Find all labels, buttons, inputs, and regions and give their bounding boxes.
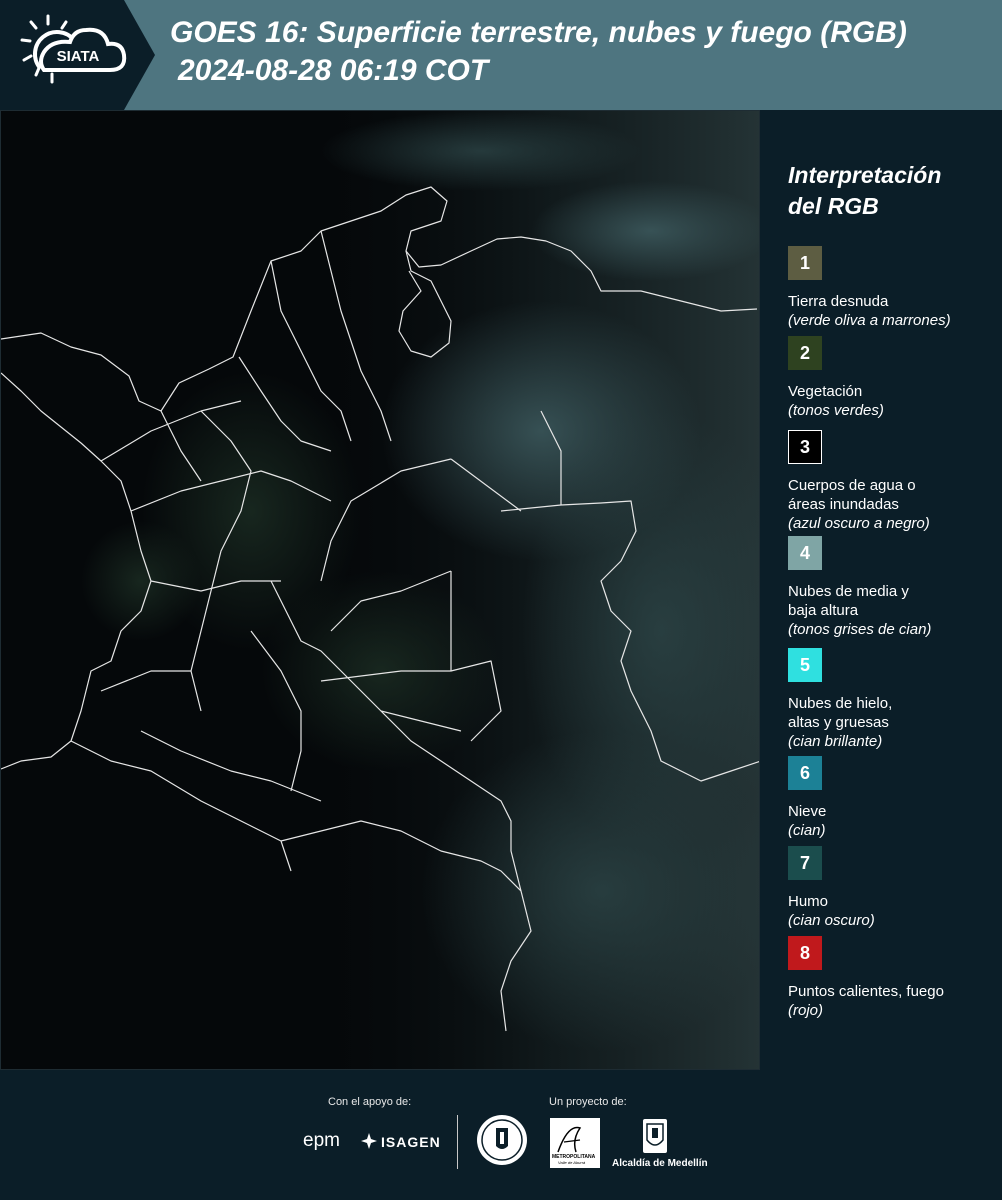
title-line-1: GOES 16: Superficie terrestre, nubes y f… (170, 16, 907, 49)
legend-description: (cian brillante) (788, 733, 883, 750)
medellin-seal (476, 1114, 528, 1171)
isagen-icon (360, 1132, 378, 1155)
legend-swatch: 5 (788, 648, 822, 682)
legend-swatch: 3 (788, 430, 822, 464)
legend-title-line-1: Interpretación (788, 162, 942, 188)
legend-title-line-2: del RGB (788, 193, 879, 219)
support-caption: Con el apoyo de: (328, 1096, 412, 1108)
page-title: GOES 16: Superficie terrestre, nubes y f… (170, 14, 907, 90)
legend-swatch: 7 (788, 846, 822, 880)
alcaldia-shield (642, 1118, 668, 1159)
legend-swatch: 8 (788, 936, 822, 970)
title-timestamp: 2024-08-28 06:19 COT (178, 54, 489, 87)
legend-swatch: 1 (788, 246, 822, 280)
legend-description: (cian) (788, 822, 826, 839)
legend-item: 2 Vegetación (tonos verdes) (788, 336, 968, 420)
legend-label: Puntos calientes, fuego (788, 983, 944, 1000)
legend-label: Tierra desnuda (788, 293, 889, 310)
isagen-logo: ISAGEN (381, 1134, 441, 1150)
legend-label: Nieve (788, 803, 827, 820)
legend-label: Cuerpos de agua o áreas inundadas (788, 477, 916, 513)
legend-item: 3 Cuerpos de agua o áreas inundadas (azul … (788, 430, 938, 533)
map-image (1, 111, 759, 1069)
area-metropolitana-logo: METROPOLITANA Valle de Aburrá (550, 1118, 600, 1168)
legend-swatch: 4 (788, 536, 822, 570)
epm-logo: epm (303, 1130, 340, 1151)
legend-title: Interpretación del RGB (788, 160, 998, 222)
legend-item: 7 Humo (cian oscuro) (788, 846, 968, 930)
legend-description: (verde oliva a marrones) (788, 312, 951, 329)
legend-label: Nubes de hielo, altas y gruesas (788, 695, 893, 731)
legend-label: Vegetación (788, 383, 863, 400)
siata-logo: SIATA (0, 0, 155, 110)
legend-description: (rojo) (788, 1002, 824, 1019)
legend-panel: Interpretación del RGB 1 Tierra desnuda (v… (788, 160, 998, 1019)
footer: Con el apoyo de: Un proyecto de: epm ISA… (0, 1070, 1002, 1200)
legend-label: Nubes de media y baja altura (788, 583, 909, 619)
project-caption: Un proyecto de: (549, 1096, 627, 1108)
logo-text: SIATA (57, 48, 100, 65)
legend-item: 5 Nubes de hielo, altas y gruesas (cian br… (788, 648, 913, 751)
alcaldia-text: Alcaldía de Medellín (612, 1158, 708, 1169)
area-valle-text: Valle de Aburrá (558, 1160, 586, 1165)
footer-divider (457, 1115, 458, 1169)
legend-description: (azul oscuro a negro) (788, 515, 930, 532)
legend-item: 6 Nieve (cian) (788, 756, 968, 840)
legend-item: 1 Tierra desnuda (verde oliva a marrones) (788, 246, 968, 330)
legend-description: (tonos verdes) (788, 402, 884, 419)
legend-swatch: 2 (788, 336, 822, 370)
header-bar: SIATA GOES 16: Superficie terrestre, nub… (0, 0, 1002, 110)
legend-swatch: 6 (788, 756, 822, 790)
legend-item: 8 Puntos calientes, fuego (rojo) (788, 936, 968, 1020)
legend-description: (tonos grises de cian) (788, 621, 932, 638)
legend-label: Humo (788, 893, 829, 910)
legend-description: (cian oscuro) (788, 912, 875, 929)
legend-item: 4 Nubes de media y baja altura (tonos gris… (788, 536, 938, 639)
satellite-map (0, 110, 760, 1070)
